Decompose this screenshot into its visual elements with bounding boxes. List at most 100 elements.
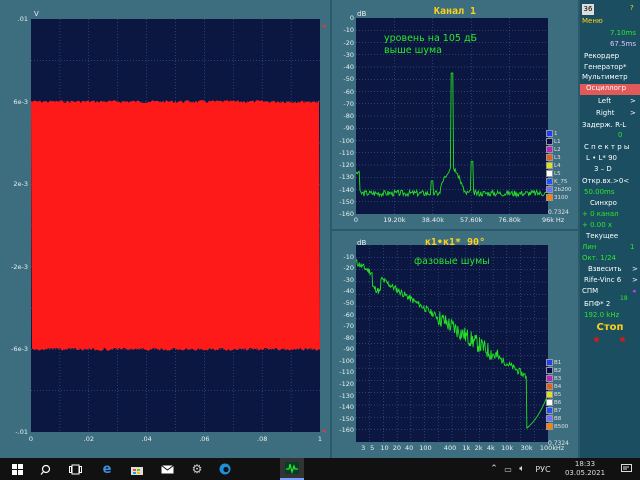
phase-noise-legend-item[interactable]: B6	[546, 399, 561, 406]
app-logo[interactable]: 36	[582, 4, 594, 15]
delay-button[interactable]: Задерж. R-L	[580, 121, 640, 129]
left-channel-arrow[interactable]: >	[630, 97, 640, 105]
open-input-button[interactable]: Откр.вх.>0<	[580, 177, 640, 185]
phase-noise-legend-item[interactable]: B4	[546, 383, 561, 390]
osc-marker-right2: ◂	[322, 427, 326, 435]
legend-label: 1	[554, 131, 558, 137]
s2-xticks-tick: 100	[419, 444, 432, 452]
store-icon[interactable]	[126, 458, 148, 480]
l-xticks-tick: 1	[317, 435, 323, 443]
weigh-button[interactable]: Взвесить	[580, 265, 640, 273]
lr-button[interactable]: L • L* 90	[580, 154, 640, 162]
phase-noise-plot[interactable]: фазовые шумы	[356, 245, 548, 442]
legend-swatch	[546, 399, 553, 406]
phase-noise-legend-item[interactable]: B500	[546, 423, 568, 430]
stop-button[interactable]: Стоп	[580, 322, 640, 333]
spectrum-legend-item[interactable]: L2	[546, 146, 561, 153]
generator-button[interactable]: Генератор*	[580, 63, 640, 71]
s2-yticks-tick: -130	[339, 391, 354, 400]
spectrum-legend-item[interactable]: 3100	[546, 194, 568, 201]
oscilloscope-app-icon[interactable]	[280, 458, 304, 480]
edge-icon[interactable]	[214, 458, 236, 480]
legend-label: L1	[554, 139, 561, 145]
legend-label: B6	[554, 400, 562, 406]
l-xticks-tick: .04	[141, 435, 152, 443]
s2-yticks-tick: -50	[343, 298, 354, 307]
spm-button[interactable]: СПМ	[580, 287, 640, 295]
start-button[interactable]	[6, 458, 28, 480]
status-led-left	[594, 337, 599, 342]
edge-legacy-icon[interactable]: e	[96, 458, 118, 480]
spm-indicator: ◂	[632, 287, 636, 295]
spectrum-legend-item[interactable]: 2b200	[546, 186, 572, 193]
legend-swatch	[546, 130, 553, 137]
phase-noise-trace	[356, 258, 548, 430]
spectrum-legend-item[interactable]: L5	[546, 170, 561, 177]
network-icon[interactable]: ▭	[502, 458, 514, 480]
phase-noise-svg	[356, 245, 548, 442]
spectrum-legend-item[interactable]: 1	[546, 130, 558, 137]
osc-marker-right: ◂	[322, 22, 326, 30]
right-channel-arrow[interactable]: >	[630, 109, 640, 117]
legend-swatch	[546, 162, 553, 169]
notifications-icon[interactable]	[616, 458, 636, 480]
oscilloscope-button[interactable]: Осциллогр	[580, 84, 640, 95]
oscillogram-plot[interactable]	[31, 19, 320, 432]
spectrum-legend-item[interactable]: L3	[546, 154, 561, 161]
language-indicator[interactable]: РУС	[531, 458, 555, 480]
delay-value: 0	[618, 131, 623, 139]
s1-yticks-tick: -10	[343, 26, 354, 35]
spectrum-legend-item[interactable]: L4	[546, 162, 561, 169]
mail-icon[interactable]	[156, 458, 178, 480]
legend-swatch	[546, 178, 553, 185]
sample-rate-readout: 192.0 kHz	[584, 311, 620, 319]
fft-power: 18	[620, 295, 628, 302]
legend-label: L5	[554, 171, 561, 177]
legend-label: B1	[554, 360, 562, 366]
s1-xticks-tick: Hz	[555, 216, 565, 224]
window-button[interactable]: Rife-Vinc 6	[580, 276, 640, 284]
phase-noise-legend-item[interactable]: B7	[546, 407, 561, 414]
phase-noise-legend-item[interactable]: B2	[546, 367, 561, 374]
weigh-arrow[interactable]: >	[632, 265, 640, 273]
current-button[interactable]: Текущее	[580, 232, 640, 240]
phase-noise-legend-item[interactable]: B3	[546, 375, 561, 382]
legend-swatch	[546, 375, 553, 382]
tools-icon[interactable]: ⚙	[186, 458, 208, 480]
threed-button[interactable]: 3 – D	[580, 165, 640, 173]
sync-button[interactable]: Синхро	[580, 199, 640, 207]
s1-xticks-tick: 57.60k	[460, 216, 483, 224]
phase-noise-legend-item[interactable]: B1	[546, 359, 561, 366]
l-xticks-tick: 0	[28, 435, 34, 443]
s1-xticks-tick: 96k	[541, 216, 555, 224]
spectrum-legend-item[interactable]: K_75	[546, 178, 567, 185]
spectrum-legend-item[interactable]: L1	[546, 138, 561, 145]
legend-swatch	[546, 194, 553, 201]
readout-v1: 7.10ms	[609, 29, 636, 37]
s2-xticks-tick: 40	[405, 444, 414, 452]
legend-swatch	[546, 138, 553, 145]
spectrum-title: Канал 1	[433, 6, 477, 17]
channel-readout: + 0 канал	[582, 210, 619, 218]
s1-yticks-tick: -50	[343, 75, 354, 84]
s1-xticks-tick: 76.80k	[498, 216, 521, 224]
s2-xticks-tick: 20	[392, 444, 401, 452]
phase-noise-legend-item[interactable]: B5	[546, 391, 561, 398]
help-button[interactable]: ?	[630, 4, 638, 12]
recorder-button[interactable]: Рекордер	[580, 52, 640, 60]
menu-button[interactable]: Меню	[580, 17, 640, 25]
spectrum-annotation-line2: выше шума	[384, 45, 442, 56]
multimeter-button[interactable]: Мультиметр	[580, 73, 640, 81]
s1-xticks-tick: 0	[353, 216, 359, 224]
octave-readout[interactable]: Окт. 1/24	[580, 254, 640, 262]
readout-v2: 67.5ms	[609, 40, 636, 48]
phase-noise-legend-item[interactable]: B8	[546, 415, 561, 422]
volume-icon[interactable]: 🔈︎	[516, 458, 528, 480]
spectrum-plot[interactable]: уровень на 105 дБ выше шума	[356, 18, 548, 214]
tray-expand-icon[interactable]: ⌃	[488, 458, 500, 480]
search-icon[interactable]	[34, 458, 56, 480]
task-view-icon[interactable]	[64, 458, 86, 480]
window-arrow[interactable]: >	[632, 276, 640, 284]
s1-yticks-tick: -110	[339, 148, 354, 157]
clock[interactable]: 18:33 03.05.2021	[560, 458, 610, 480]
